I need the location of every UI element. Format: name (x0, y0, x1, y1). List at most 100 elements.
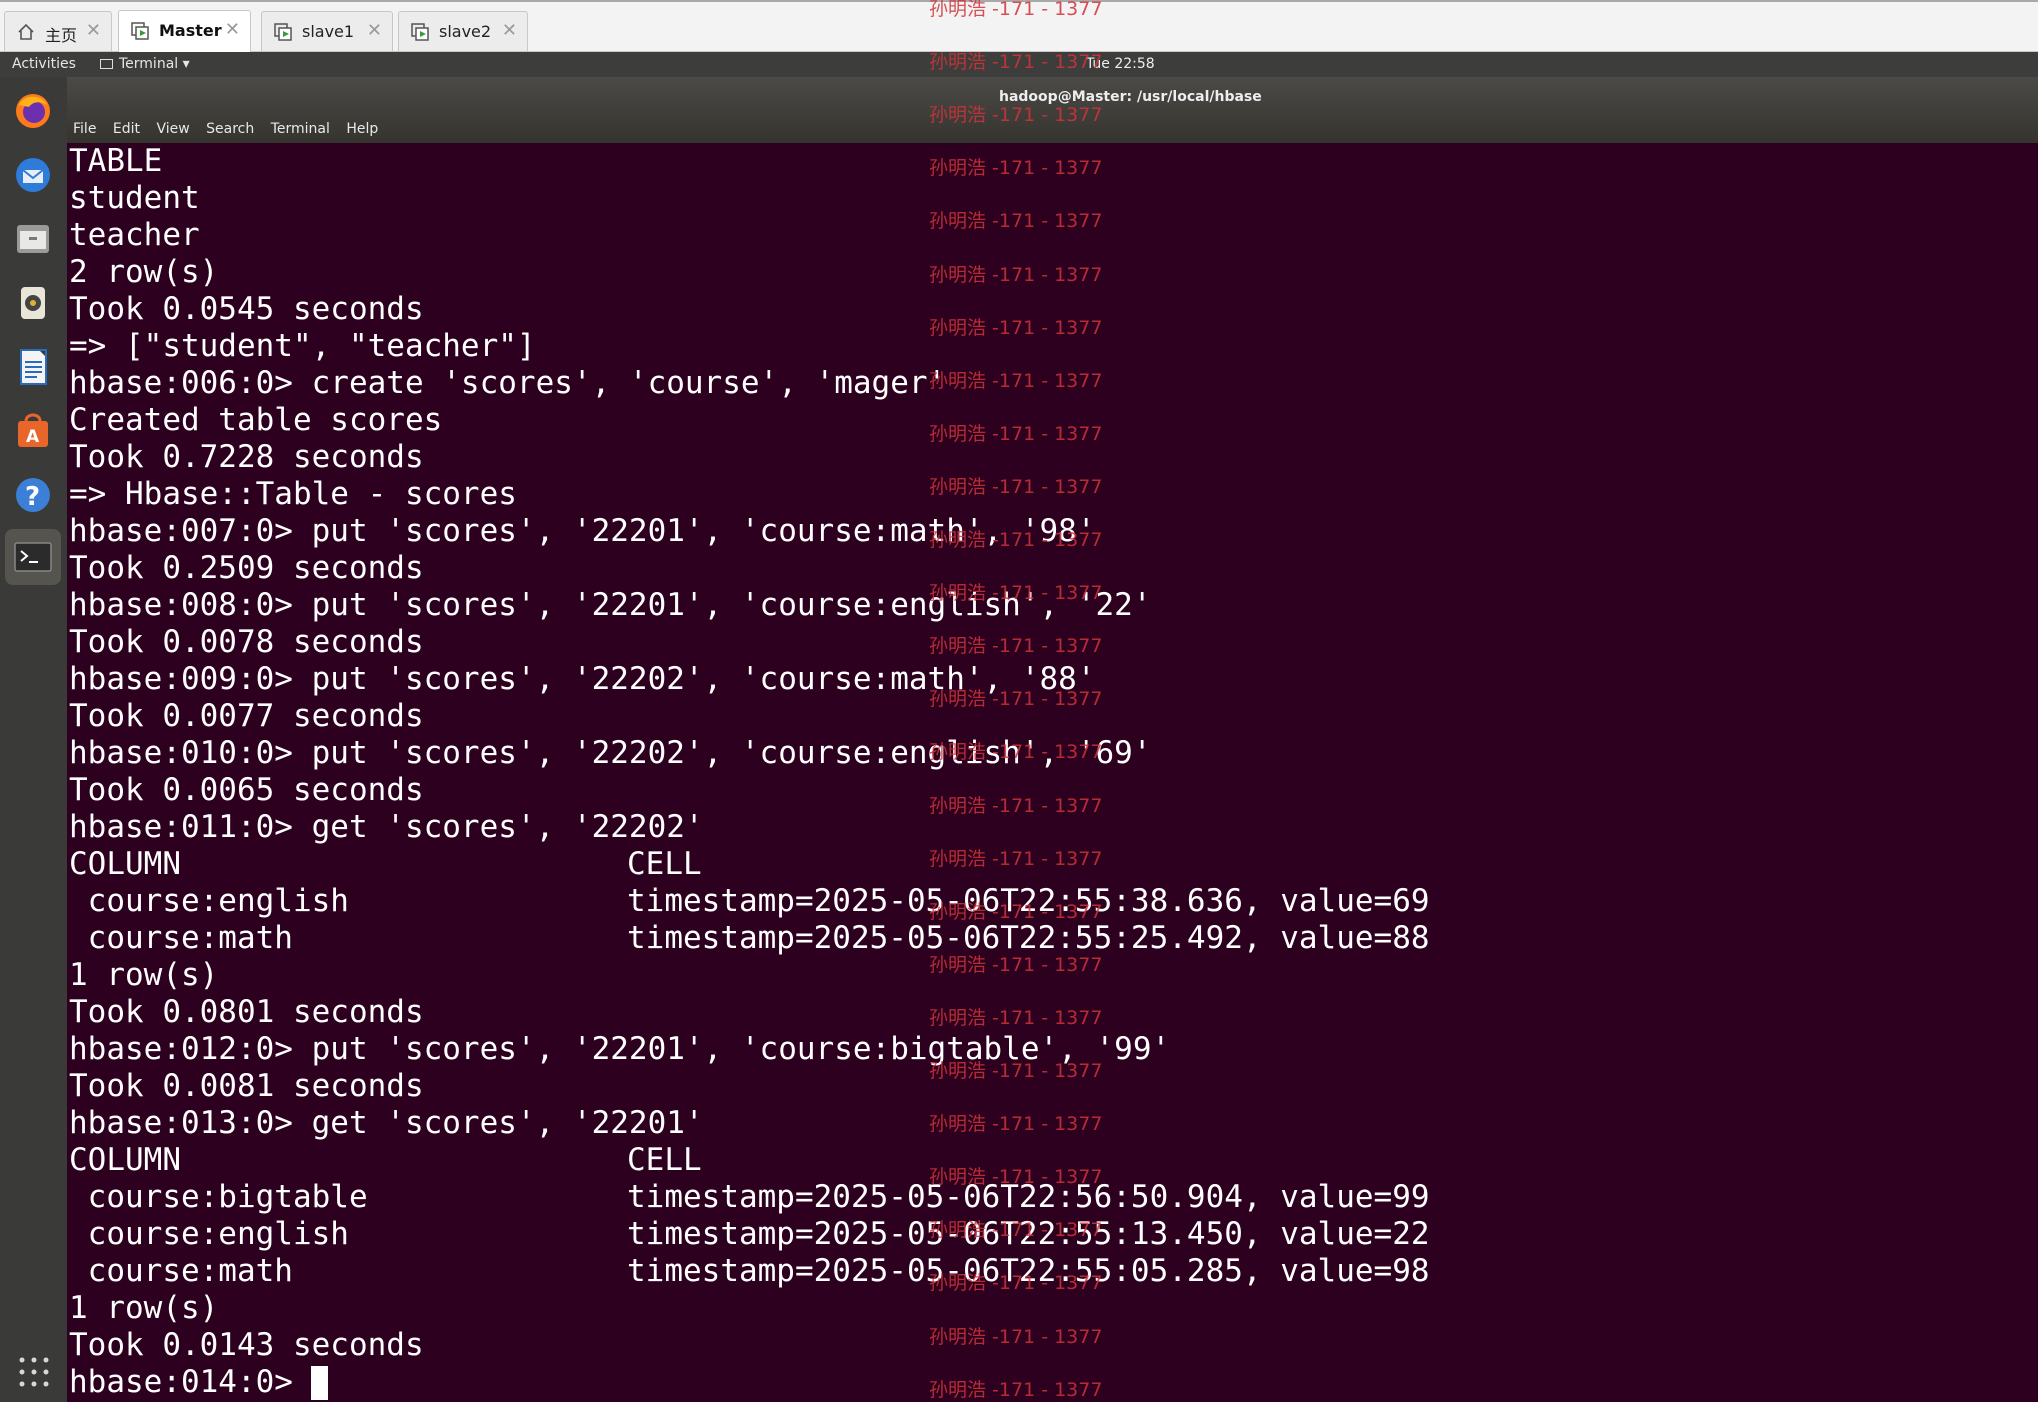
home-icon (18, 23, 34, 40)
watermark-text: 孙明浩 -171 - 1377 (929, 794, 1103, 817)
terminal-line: 1 row(s) (69, 1290, 219, 1326)
watermark-text: 孙明浩 -171 - 1377 (929, 1272, 1103, 1295)
terminal-line: Took 0.2509 seconds (69, 550, 424, 586)
dock-thunderbird[interactable] (5, 147, 61, 203)
close-icon[interactable]: ✕ (502, 20, 517, 41)
menu-search[interactable]: Search (206, 121, 254, 137)
watermark-text: 孙明浩 -171 - 1377 (929, 1219, 1103, 1242)
watermark-text: 孙明浩 -171 - 1377 (929, 369, 1103, 392)
dock-firefox[interactable] (5, 83, 61, 139)
terminal-line: Took 0.0065 seconds (69, 772, 424, 808)
terminal-cell-value: CELL (627, 846, 702, 882)
terminal-line: => Hbase::Table - scores (69, 476, 517, 512)
terminal-line: course:bigtable (69, 1179, 368, 1215)
close-icon[interactable]: ✕ (86, 20, 101, 41)
tab-label: slave2 (439, 22, 492, 41)
tab-home[interactable]: 主页 ✕ (4, 11, 112, 51)
watermark-text: 孙明浩 -171 - 1377 (929, 688, 1103, 711)
terminal-line: course:math (69, 1253, 293, 1289)
svg-text:?: ? (25, 482, 40, 512)
firefox-icon (16, 94, 50, 128)
vm-running-icon (411, 23, 429, 41)
dock: A ? (0, 77, 67, 1402)
terminal-line: Took 0.0078 seconds (69, 624, 424, 660)
terminal-line: 2 row(s) (69, 254, 219, 290)
watermark-text: 孙明浩 -171 - 1377 (929, 316, 1103, 339)
terminal-line: Took 0.7228 seconds (69, 439, 424, 475)
vm-running-icon (131, 22, 149, 40)
terminal-line: => ["student", "teacher"] (69, 328, 536, 364)
watermark-text: 孙明浩 -171 - 1377 (929, 635, 1103, 658)
watermark-text: 孙明浩 -171 - 1377 (929, 1325, 1103, 1348)
terminal-line: student (69, 180, 200, 216)
watermark-text: 孙明浩 -171 - 1377 (929, 104, 1103, 127)
watermark-text: 孙明浩 -171 - 1377 (929, 157, 1103, 180)
dock-help[interactable]: ? (5, 467, 61, 523)
menu-file[interactable]: File (73, 121, 96, 137)
writer-icon (20, 349, 47, 385)
tab-slave2[interactable]: slave2 ✕ (398, 11, 528, 51)
terminal-cell-value: CELL (627, 1142, 702, 1178)
terminal-cursor (311, 1366, 329, 1400)
terminal-line: hbase:014:0> (69, 1364, 312, 1400)
tab-slave1[interactable]: slave1 ✕ (261, 11, 393, 51)
terminal-line: 1 row(s) (69, 957, 219, 993)
terminal-window-icon (100, 59, 113, 69)
app-menu-label: Terminal ▾ (119, 56, 190, 72)
software-icon: A (18, 413, 48, 447)
svg-text:A: A (26, 427, 40, 447)
app-menu[interactable]: Terminal ▾ (100, 56, 190, 72)
show-apps-icon[interactable] (18, 1356, 50, 1388)
watermark-text: 孙明浩 -171 - 1377 (929, 741, 1103, 764)
close-icon[interactable]: ✕ (367, 20, 382, 41)
terminal-line: Took 0.0545 seconds (69, 291, 424, 327)
close-icon[interactable]: ✕ (225, 19, 240, 40)
watermark-text: 孙明浩 -171 - 1377 (929, 900, 1103, 923)
watermark-text: 孙明浩 -171 - 1377 (929, 422, 1103, 445)
terminal-line: COLUMN (69, 846, 181, 882)
watermark-text: 孙明浩 -171 - 1377 (929, 263, 1103, 286)
watermark-text: 孙明浩 -171 - 1377 (929, 475, 1103, 498)
watermark-text: 孙明浩 -171 - 1377 (929, 1006, 1103, 1029)
watermark-text: 孙明浩 -171 - 1377 (929, 1060, 1103, 1082)
terminal-menubar: File Edit View Search Terminal Help (73, 121, 390, 137)
watermark-text: 孙明浩 -171 - 1377 (929, 1378, 1103, 1401)
menu-terminal[interactable]: Terminal (271, 121, 330, 137)
dock-files[interactable] (5, 211, 61, 267)
terminal-line: course:math (69, 920, 293, 956)
watermark-text: 孙明浩 -171 - 1377 (929, 1113, 1103, 1136)
terminal-line: hbase:011:0> get 'scores', '22202' (69, 809, 704, 845)
menu-view[interactable]: View (156, 121, 189, 137)
dock-writer[interactable] (5, 339, 61, 395)
terminal-line: course:english (69, 1216, 349, 1252)
rhythmbox-icon (21, 287, 45, 319)
tab-label: 主页 (45, 26, 78, 45)
dock-software[interactable]: A (5, 403, 61, 459)
vm-running-icon (274, 23, 292, 41)
terminal-line: Took 0.0801 seconds (69, 994, 424, 1030)
activities-button[interactable]: Activities (12, 56, 76, 72)
terminal-line: Created table scores (69, 402, 443, 438)
dock-terminal[interactable] (5, 529, 61, 585)
watermark-text: 孙明浩 -171 - 1377 (929, 953, 1103, 976)
tab-label: Master (159, 21, 222, 40)
terminal-line: Took 0.0081 seconds (69, 1068, 424, 1104)
watermark-text: 孙明浩 -171 - 1377 (929, 51, 1103, 74)
thunderbird-icon (16, 158, 50, 192)
terminal-line: hbase:006:0> create 'scores', 'course', … (69, 365, 947, 401)
help-icon: ? (16, 478, 50, 512)
tab-master[interactable]: Master ✕ (118, 10, 251, 53)
watermark-text: 孙明浩 -171 - 1377 (929, 847, 1103, 870)
terminal-line: teacher (69, 217, 200, 253)
tab-label: slave1 (302, 22, 355, 41)
files-icon (17, 225, 49, 253)
watermark-text: 孙明浩 -171 - 1377 (929, 582, 1103, 605)
terminal-icon (14, 542, 52, 572)
watermark-text: 孙明浩 -171 - 1377 (929, 0, 1103, 20)
terminal-line: Took 0.0077 seconds (69, 698, 424, 734)
dock-rhythmbox[interactable] (5, 275, 61, 331)
menu-help[interactable]: Help (346, 121, 378, 137)
terminal-line: TABLE (69, 143, 163, 179)
watermark-text: 孙明浩 -171 - 1377 (929, 210, 1103, 233)
menu-edit[interactable]: Edit (113, 121, 140, 137)
